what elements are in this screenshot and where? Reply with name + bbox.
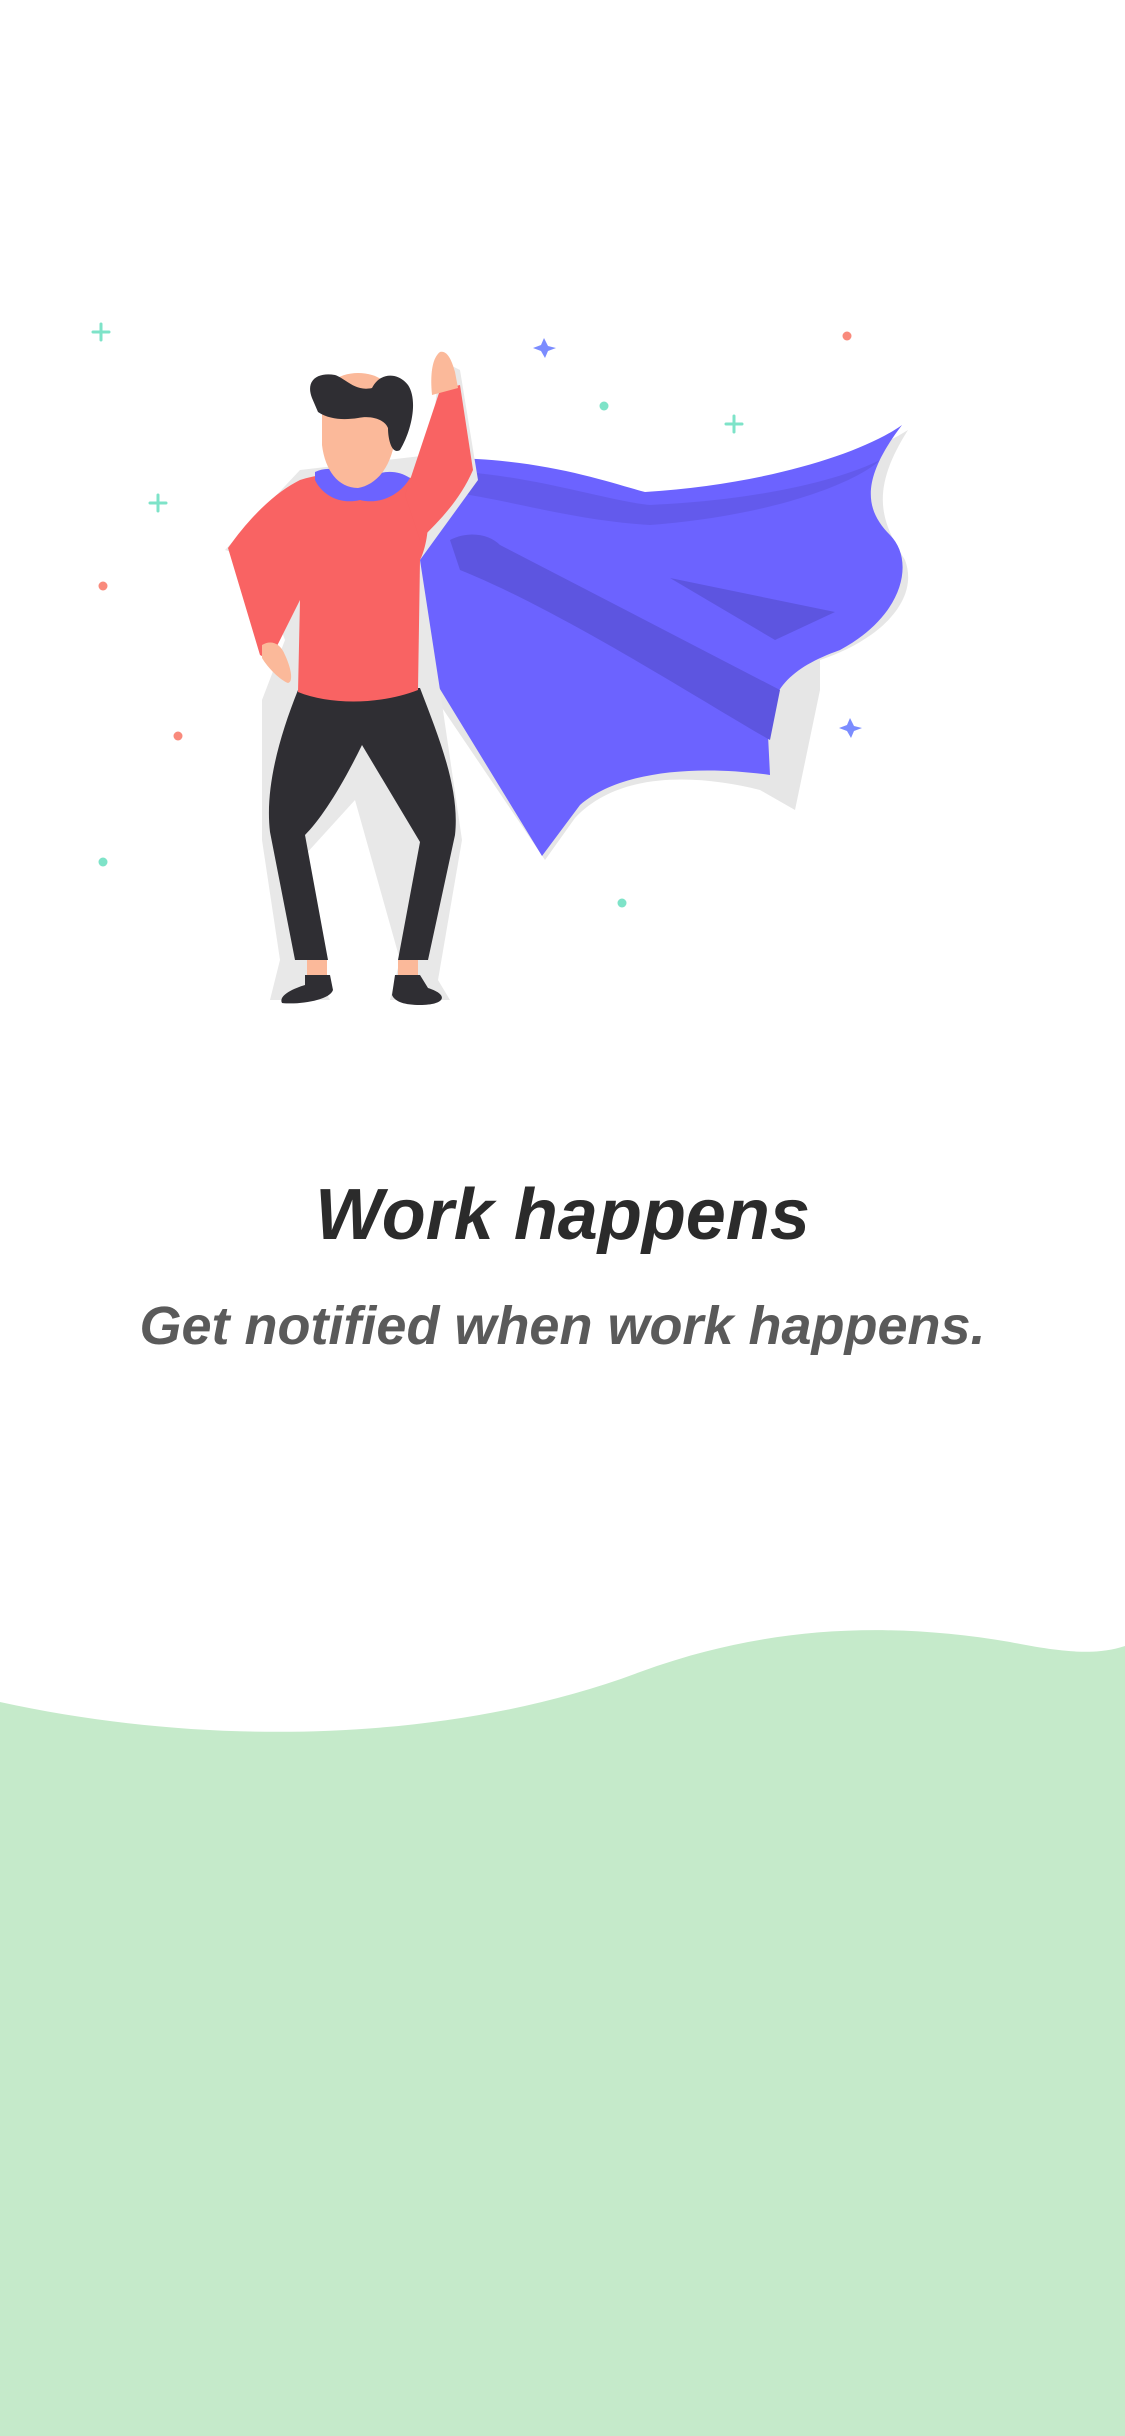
shirt — [228, 472, 429, 702]
page-title: Work happens — [315, 1175, 810, 1255]
onboarding-screen: Work happens Get notified when work happ… — [0, 0, 1125, 2436]
page-subtitle: Get notified when work happens. — [139, 1296, 986, 1356]
superhero-illustration — [91, 322, 909, 1005]
raised-hand — [431, 351, 458, 395]
bottom-wave-background — [0, 1630, 1125, 2436]
